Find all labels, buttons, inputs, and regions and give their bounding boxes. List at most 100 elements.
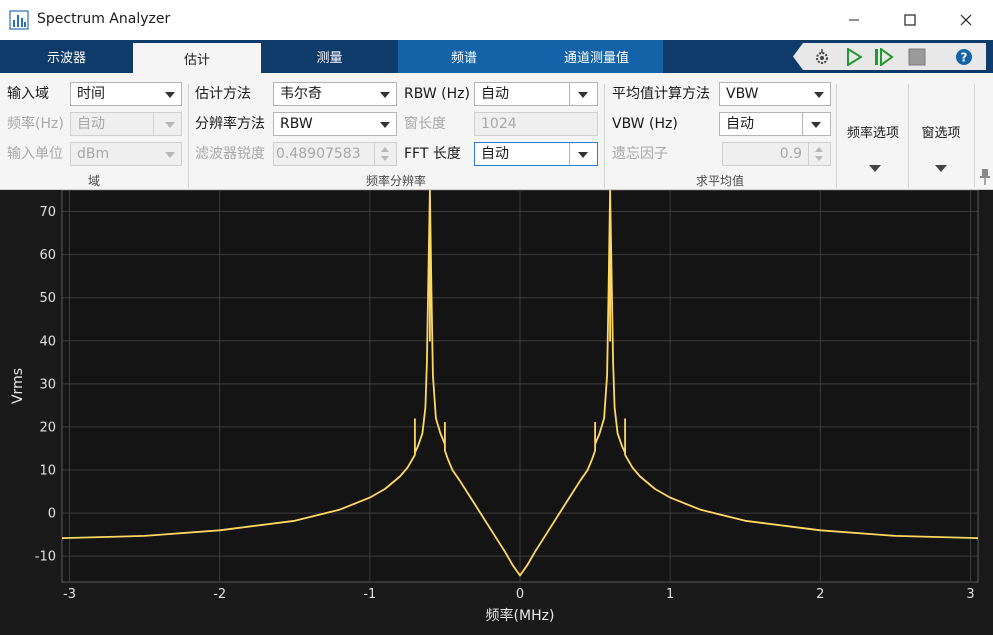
chevron-down-icon [578,152,588,158]
chevron-down-icon [814,92,824,98]
spinner-arrows-icon [374,143,396,165]
sample-rate-value: 自动 [77,116,105,132]
filter-sharpness-value: 0.48907583 [276,146,361,162]
chevron-down-icon [165,122,175,128]
stop-button[interactable] [906,47,928,67]
fft-length-value: 自动 [481,146,509,162]
method-dropdown[interactable]: 韦尔奇 [273,82,397,106]
settings-button[interactable] [811,47,833,67]
input-domain-label: 输入域 [7,86,49,102]
pin-icon[interactable] [979,168,991,186]
filter-sharpness-spinner[interactable]: 0.48907583 [273,142,397,166]
y-axis-ticks: -10 0 10 20 30 40 50 60 70 [35,205,56,565]
forgetting-factor-spinner[interactable]: 0.9 [722,142,831,166]
vbw-value: 自动 [726,116,754,132]
window-length-label: 窗长度 [404,116,446,132]
y-tick-label: 60 [39,248,56,263]
fft-length-combo[interactable]: 自动 [474,142,598,166]
y-tick-label: -10 [35,550,56,565]
input-unit-label: 输入单位 [7,146,63,162]
y-tick-label: 0 [48,507,56,522]
y-tick-label: 20 [39,420,56,435]
close-icon [960,14,972,26]
tab-measure[interactable]: 测量 [261,40,398,73]
frequency-options-button[interactable]: 频率选项 [838,122,908,141]
x-tick-label: 2 [816,587,824,602]
maximize-button[interactable] [887,0,933,40]
resolution-method-dropdown[interactable]: RBW [273,112,397,136]
svg-text:?: ? [961,51,968,65]
rbw-value: 自动 [481,86,509,102]
y-axis-label: Vrms [10,368,26,404]
spinner-arrows-icon [808,143,830,165]
chevron-down-icon [380,92,390,98]
vbw-combo[interactable]: 自动 [719,112,831,136]
window-options-button[interactable]: 窗选项 [908,122,974,141]
run-toolbar: ? [793,43,986,70]
window-title: Spectrum Analyzer [37,11,171,27]
x-tick-label: -3 [63,587,76,602]
x-tick-label: 3 [966,587,974,602]
resolution-method-value: RBW [280,116,313,132]
x-tick-label: 1 [666,587,674,602]
method-value: 韦尔奇 [280,86,322,102]
tab-channel-measurements[interactable]: 通道测量值 [530,40,663,73]
help-icon: ? [956,49,972,65]
close-button[interactable] [943,0,989,40]
chevron-down-icon [380,122,390,128]
averaging-method-dropdown[interactable]: VBW [719,82,831,106]
window-length-value: 1024 [481,116,517,132]
fft-length-label: FFT 长度 [404,146,461,162]
forgetting-factor-label: 遗忘因子 [612,146,668,162]
help-button[interactable]: ? [953,47,975,67]
spectrum-plot[interactable]: -10010203040506070 -3 -2 -1 0 1 2 3 Vrms 频率(MH… [0,190,993,635]
chevron-down-icon [811,122,821,128]
filter-sharpness-label: 滤波器锐度 [195,146,265,162]
section-divider [836,84,837,188]
minimize-button[interactable] [831,0,877,40]
x-axis-label: 频率(MHz) [486,607,555,624]
x-tick-label: -1 [363,587,376,602]
domain-section-title: 域 [87,174,100,188]
y-tick-label: 50 [39,291,56,306]
step-forward-button[interactable] [873,47,895,67]
chevron-down-icon [165,92,175,98]
averaging-method-value: VBW [726,86,759,102]
tab-scope[interactable]: 示波器 [0,40,133,73]
method-label: 估计方法 [195,86,251,102]
chevron-down-icon [165,152,175,158]
rbw-label: RBW (Hz) [404,86,470,102]
y-tick-label: 70 [39,205,56,220]
input-unit-value: dBm [77,146,110,162]
forgetting-factor-value: 0.9 [779,146,802,162]
maximize-icon [904,14,916,26]
gear-icon [816,49,828,64]
stop-icon [908,48,926,66]
vbw-label: VBW (Hz) [612,116,678,132]
chevron-down-icon[interactable] [869,165,881,172]
averaging-section-title: 求平均值 [695,174,744,188]
input-unit-dropdown[interactable]: dBm [70,142,182,166]
window-length-field[interactable]: 1024 [474,112,598,136]
x-axis-ticks: -3 -2 -1 0 1 2 3 [63,587,975,602]
run-button[interactable] [843,47,865,67]
y-tick-label: 30 [39,377,56,392]
sample-rate-combo[interactable]: 自动 [70,112,182,136]
averaging-method-label: 平均值计算方法 [612,86,710,102]
minimize-icon [849,19,859,21]
resolution-section-title: 频率分辨率 [365,174,426,188]
chevron-down-icon[interactable] [935,165,947,172]
x-tick-label: -2 [213,587,226,602]
tab-spectrum[interactable]: 频谱 [398,40,530,73]
step-forward-icon [875,48,894,66]
section-divider [974,84,975,188]
rbw-combo[interactable]: 自动 [474,82,598,106]
input-domain-dropdown[interactable]: 时间 [70,82,182,106]
resolution-method-label: 分辨率方法 [195,116,265,132]
tab-estimate[interactable]: 估计 [133,43,261,73]
y-tick-label: 40 [39,334,56,349]
chevron-down-icon [578,92,588,98]
bar-chart-icon [9,10,29,30]
x-tick-label: 0 [516,587,524,602]
input-domain-value: 时间 [77,86,105,102]
